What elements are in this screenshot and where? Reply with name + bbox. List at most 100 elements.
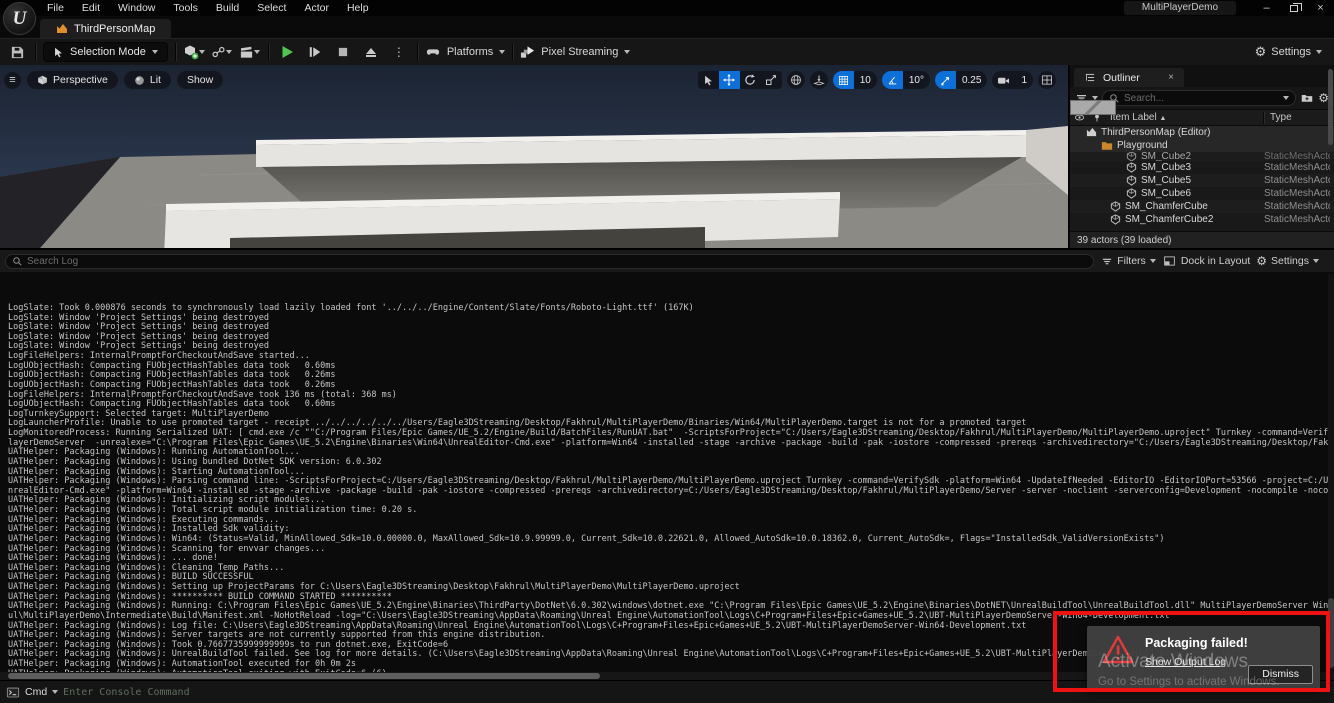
packaging-failed-notification: Packaging failed! Show Output Log Dismis… <box>1087 626 1320 690</box>
menu-item[interactable]: Actor <box>295 0 338 16</box>
menu-item[interactable]: Edit <box>73 0 109 16</box>
play-button[interactable] <box>276 41 298 63</box>
level-viewport[interactable]: ≡ Perspective Lit Show <box>0 65 1068 248</box>
menu-item[interactable]: Select <box>248 0 295 16</box>
pixel-streaming-dropdown[interactable]: Pixel Streaming <box>520 45 630 60</box>
outliner-list: ThirdPersonMap (Editor) Playground <box>1070 126 1334 231</box>
outliner-row[interactable]: Playground <box>1070 139 1334 152</box>
eject-button[interactable] <box>360 41 382 63</box>
chevron-down-icon <box>226 50 232 54</box>
rotation-snap-control[interactable]: 10° <box>882 71 930 89</box>
outliner-row[interactable]: SM_ChamferCube StaticMeshActor <box>1070 200 1334 213</box>
perspective-dropdown[interactable]: Perspective <box>27 71 118 89</box>
log-search-box[interactable] <box>5 254 1094 269</box>
outliner-tab-bar: Outliner × <box>1070 65 1334 87</box>
select-tool-button[interactable] <box>698 71 719 89</box>
level-tab-bar: ThirdPersonMap <box>0 16 1334 38</box>
rotation-snap-value: 10° <box>903 71 930 89</box>
level-icon <box>56 23 68 35</box>
grid-snap-icon <box>833 71 854 89</box>
platforms-dropdown[interactable]: Platforms <box>425 45 505 59</box>
close-button[interactable]: × <box>1307 0 1334 16</box>
scale-snap-control[interactable]: 0.25 <box>935 71 987 89</box>
outliner-row[interactable]: ThirdPersonMap (Editor) <box>1070 126 1334 139</box>
minimize-button[interactable]: – <box>1253 0 1280 16</box>
play-options-button[interactable]: ⋮ <box>388 41 410 63</box>
world-coordinate-button[interactable] <box>787 71 805 89</box>
tab-thirdpersonmap[interactable]: ThirdPersonMap <box>40 19 171 38</box>
add-actor-button[interactable] <box>183 41 205 63</box>
settings-dropdown[interactable]: ⚙ Settings <box>1255 44 1328 60</box>
outliner-row[interactable]: SM_Cube2 StaticMeshActor <box>1070 152 1334 161</box>
show-output-log-link[interactable]: Show Output Log <box>1145 656 1226 668</box>
menu-item[interactable]: Tools <box>164 0 207 16</box>
maximize-viewport-button[interactable] <box>1038 71 1056 89</box>
chevron-down-icon <box>624 50 630 54</box>
outliner-search-box[interactable] <box>1102 90 1296 106</box>
outliner-row[interactable]: SM_Cube5 StaticMeshActor <box>1070 174 1334 187</box>
restore-button[interactable] <box>1280 0 1307 16</box>
outliner-item-label: SM_Cube6 <box>1141 188 1191 199</box>
outliner-tab-label: Outliner <box>1103 72 1140 84</box>
selection-mode-dropdown[interactable]: Selection Mode <box>43 42 168 62</box>
outliner-search-input[interactable] <box>1124 93 1279 104</box>
show-dropdown[interactable]: Show <box>177 71 223 89</box>
static-mesh-icon <box>1110 201 1121 212</box>
dismiss-button[interactable]: Dismiss <box>1248 665 1313 684</box>
tab-outliner[interactable]: Outliner × <box>1074 68 1184 87</box>
menu-item[interactable]: File <box>38 0 73 16</box>
log-text-area[interactable]: LogSlate: Took 0.000876 seconds to synch… <box>0 272 1334 672</box>
log-settings-dropdown[interactable]: ⚙ Settings <box>1256 254 1319 268</box>
outliner-scrollbar[interactable] <box>1328 69 1333 145</box>
window-title: MultiPlayerDemo <box>1124 1 1236 15</box>
static-mesh-icon <box>1126 162 1137 173</box>
menu-bar: FileEditWindowToolsBuildSelectActorHelp <box>38 0 378 16</box>
viewport-menu-button[interactable]: ≡ <box>4 72 21 89</box>
outliner-row[interactable]: SM_ChamferCube2 StaticMeshActor <box>1070 213 1334 226</box>
blueprints-button[interactable] <box>211 41 233 63</box>
surface-snapping-button[interactable] <box>810 71 828 89</box>
camera-speed-control[interactable]: 1 <box>992 71 1033 89</box>
save-button[interactable] <box>6 41 28 63</box>
cinematics-button[interactable] <box>239 41 261 63</box>
menu-item[interactable]: Help <box>338 0 378 16</box>
folder-icon <box>1101 140 1113 151</box>
type-column-header[interactable]: Type <box>1264 112 1334 123</box>
dock-icon <box>1163 255 1176 267</box>
menu-item[interactable]: Window <box>109 0 164 16</box>
log-horizontal-scrollbar-thumb[interactable] <box>8 673 600 679</box>
close-icon[interactable]: × <box>1168 72 1174 83</box>
chevron-down-icon <box>1150 259 1156 263</box>
move-tool-button[interactable] <box>719 71 740 89</box>
stop-button[interactable] <box>332 41 354 63</box>
chevron-down-icon[interactable] <box>52 690 58 694</box>
outliner-row[interactable]: SM_Cube6 StaticMeshActor <box>1070 187 1334 200</box>
log-vertical-scrollbar-track[interactable] <box>1328 274 1334 674</box>
dock-in-layout-button[interactable]: Dock in Layout <box>1163 255 1250 267</box>
log-filters-dropdown[interactable]: Filters <box>1101 255 1156 267</box>
rotate-tool-button[interactable] <box>740 71 761 89</box>
viewport-scene <box>0 65 1068 248</box>
menu-item[interactable]: Build <box>207 0 248 16</box>
outliner-item-type: StaticMeshActor <box>1264 162 1330 173</box>
outliner-item-label: SM_Cube3 <box>1141 162 1191 173</box>
log-search-input[interactable] <box>27 256 1087 267</box>
outliner-row[interactable]: SM_Cube3 StaticMeshActor <box>1070 161 1334 174</box>
skip-button[interactable] <box>304 41 326 63</box>
log-vertical-scrollbar-thumb[interactable] <box>1328 598 1334 668</box>
perspective-cube-icon <box>37 75 48 86</box>
item-label-column-header[interactable]: Item Label ▲ <box>1106 112 1263 123</box>
unreal-editor-window: U FileEditWindowToolsBuildSelectActorHel… <box>0 0 1334 703</box>
chevron-down-icon <box>1316 50 1322 54</box>
cmd-dropdown[interactable]: Cmd <box>25 686 47 698</box>
outliner-item-type: StaticMeshActor <box>1264 152 1330 161</box>
gamepad-icon <box>425 45 441 59</box>
notification-title: Packaging failed! <box>1145 636 1248 650</box>
grid-snap-control[interactable]: 10 <box>833 71 877 89</box>
add-folder-icon[interactable] <box>1300 92 1314 104</box>
clapperboard-icon <box>239 45 254 60</box>
lit-dropdown[interactable]: Lit <box>124 71 171 89</box>
chevron-down-icon <box>1283 96 1289 100</box>
scale-tool-button[interactable] <box>761 71 782 89</box>
outliner-item-type: StaticMeshActor <box>1264 175 1330 186</box>
